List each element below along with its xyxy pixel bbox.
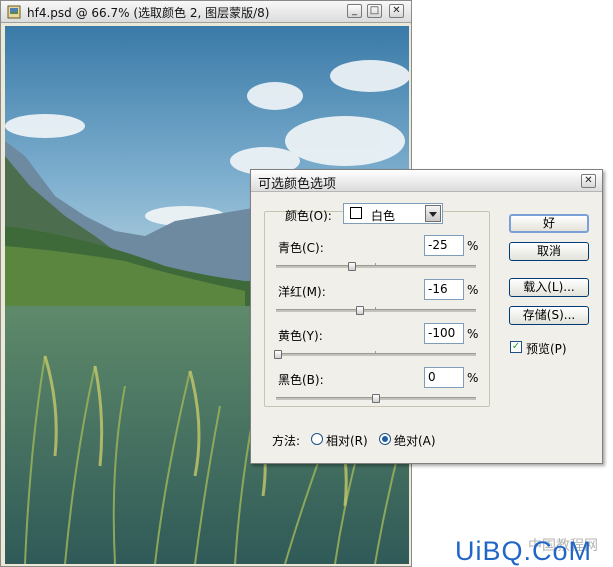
- preview-checkbox[interactable]: ✓: [510, 341, 522, 353]
- dialog-close-button[interactable]: ✕: [581, 174, 596, 188]
- cyan-slider-track[interactable]: [276, 262, 476, 271]
- cyan-input[interactable]: -25: [424, 235, 464, 256]
- colors-select-value: 白色: [371, 209, 396, 223]
- chevron-down-icon[interactable]: [425, 205, 441, 222]
- cyan-percent: %: [467, 239, 479, 253]
- close-button[interactable]: ✕: [389, 4, 404, 18]
- cyan-label: 青色(C):: [278, 241, 324, 255]
- colors-select[interactable]: 白色: [343, 203, 443, 224]
- preview-label[interactable]: 预览(P): [526, 340, 567, 357]
- magenta-slider-thumb[interactable]: [356, 306, 364, 315]
- document-titlebar[interactable]: hf4.psd @ 66.7% (选取颜色 2, 图层蒙版/8) _ □ ✕: [1, 1, 411, 23]
- maximize-button[interactable]: □: [367, 4, 382, 18]
- black-input[interactable]: 0: [424, 367, 464, 388]
- magenta-slider-track[interactable]: [276, 306, 476, 315]
- photoshop-document-icon: [7, 5, 21, 19]
- colors-label: 颜色(O):: [285, 209, 332, 223]
- minimize-button[interactable]: _: [347, 4, 362, 18]
- absolute-radio[interactable]: [379, 433, 391, 445]
- save-button[interactable]: 存储(S)...: [509, 306, 589, 325]
- ok-button[interactable]: 好: [509, 214, 589, 233]
- yellow-percent: %: [467, 327, 479, 341]
- cyan-slider-thumb[interactable]: [348, 262, 356, 271]
- relative-radio-label[interactable]: 相对(R): [326, 432, 368, 449]
- screenshot-stage: hf4.psd @ 66.7% (选取颜色 2, 图层蒙版/8) _ □ ✕ 可…: [0, 0, 613, 567]
- color-swatch: [350, 207, 362, 219]
- dialog-title: 可选颜色选项: [258, 177, 337, 192]
- black-label: 黑色(B):: [278, 373, 324, 387]
- yellow-slider-thumb[interactable]: [274, 350, 282, 359]
- black-slider-track[interactable]: [276, 394, 476, 403]
- black-percent: %: [467, 371, 479, 385]
- document-title: hf4.psd @ 66.7% (选取颜色 2, 图层蒙版/8): [27, 6, 270, 20]
- dialog-titlebar[interactable]: 可选颜色选项 ✕: [251, 170, 602, 192]
- load-button[interactable]: 载入(L)...: [509, 278, 589, 297]
- magenta-percent: %: [467, 283, 479, 297]
- slider-center-tick: [375, 307, 376, 310]
- cancel-button[interactable]: 取消: [509, 242, 589, 261]
- absolute-radio-label[interactable]: 绝对(A): [394, 432, 436, 449]
- watermark-logo: UiBQ.CoM: [455, 536, 593, 566]
- yellow-slider-track[interactable]: [274, 350, 476, 359]
- slider-center-tick: [375, 351, 376, 354]
- black-slider-thumb[interactable]: [372, 394, 380, 403]
- yellow-label: 黄色(Y):: [278, 329, 323, 343]
- yellow-input[interactable]: -100: [424, 323, 464, 344]
- relative-radio[interactable]: [311, 433, 323, 445]
- method-label: 方法:: [272, 434, 301, 448]
- magenta-label: 洋红(M):: [278, 285, 326, 299]
- magenta-input[interactable]: -16: [424, 279, 464, 300]
- slider-center-tick: [375, 263, 376, 266]
- selective-color-dialog: 可选颜色选项 ✕ 颜色(O): 白色 青色(C): -25 % 洋红(M): -…: [250, 169, 603, 464]
